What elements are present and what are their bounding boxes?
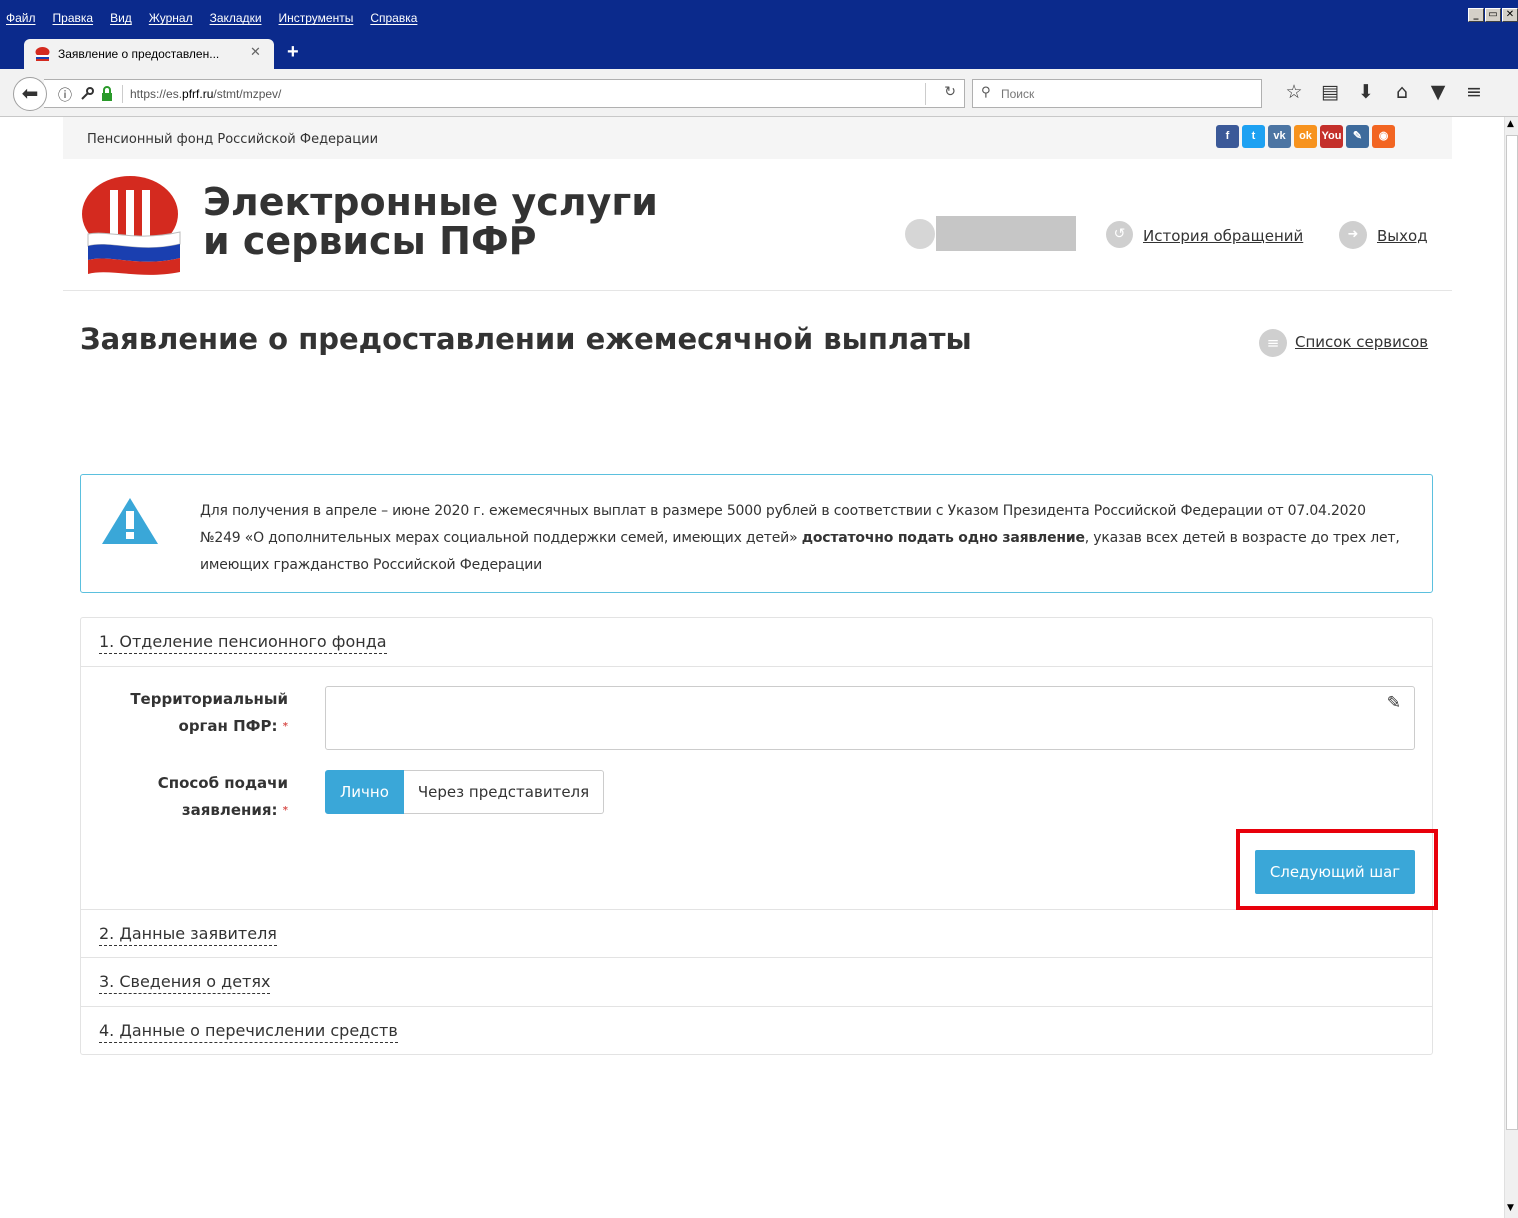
pencil-edit-icon[interactable]: ✎ (1387, 693, 1401, 713)
submission-method-label: Способ подачи заявления: * (121, 770, 288, 824)
reload-separator (925, 83, 926, 105)
url-path: /stmt/mzpev/ (213, 87, 282, 101)
tab-bar: Заявление о предоставлен... ✕ + (0, 36, 1518, 69)
home-icon[interactable]: ⌂ (1384, 81, 1420, 103)
header-divider (63, 290, 1452, 291)
key-icon (81, 87, 94, 100)
history-link[interactable]: История обращений (1143, 227, 1303, 245)
new-tab-button[interactable]: + (287, 41, 299, 64)
step-1-label[interactable]: 1. Отделение пенсионного фонда (99, 632, 387, 654)
step-3-label[interactable]: 3. Сведения о детях (99, 972, 271, 994)
brand-line2: и сервисы ПФР (203, 219, 537, 263)
territorial-organ-field[interactable]: ✎ (325, 686, 1415, 750)
org-strip: Пенсионный фонд Российской Федерации ftv… (63, 117, 1452, 159)
warning-icon (102, 498, 158, 544)
minimize-button[interactable]: _ (1468, 8, 1484, 22)
menu-edit[interactable]: Правка (53, 11, 94, 25)
pfr-favicon-icon (35, 47, 50, 61)
scrollbar-thumb[interactable] (1506, 135, 1518, 1130)
twitter-icon[interactable]: t (1242, 125, 1265, 148)
org-name: Пенсионный фонд Российской Федерации (87, 132, 379, 147)
info-icon[interactable]: ⓘ (58, 85, 72, 105)
bookmarks-list-icon[interactable]: ▤ (1312, 81, 1348, 103)
method-representative-button[interactable]: Через представителя (403, 770, 605, 814)
back-arrow-icon: ⬅ (21, 81, 39, 105)
pocket-icon[interactable]: ▼ (1420, 81, 1456, 103)
vk-icon[interactable]: vk (1268, 125, 1291, 148)
navigation-toolbar: ⓘ https://es.pfrf.ru/stmt/mzpev/ ↻ ⬅ ⚲ П… (0, 69, 1518, 117)
odnoklassniki-icon[interactable]: ok (1294, 125, 1317, 148)
url-domain: pfrf.ru (182, 87, 214, 101)
back-button[interactable]: ⬅ (13, 77, 47, 111)
rss-icon[interactable]: ◉ (1372, 125, 1395, 148)
step-header-2[interactable]: 2. Данные заявителя (81, 909, 1432, 958)
brand-title: Электронные услуги и сервисы ПФР (203, 183, 658, 261)
territorial-label-line2: орган ПФР: (178, 717, 278, 735)
exit-icon[interactable]: ➜ (1339, 221, 1367, 249)
hamburger-menu-icon[interactable]: ≡ (1456, 81, 1492, 103)
social-icons: f t vk ok You ✎ ◉ (1216, 125, 1395, 148)
method-in-person-button[interactable]: Лично (325, 770, 404, 814)
close-window-button[interactable]: ✕ (1502, 8, 1518, 22)
required-marker: * (282, 805, 288, 816)
download-icon[interactable]: ⬇ (1348, 81, 1384, 103)
pfr-logo-icon (82, 176, 181, 275)
step-4-label[interactable]: 4. Данные о перечислении средств (99, 1021, 398, 1043)
territorial-label: Территориальный орган ПФР: * (121, 686, 288, 740)
menu-help[interactable]: Справка (370, 11, 417, 25)
menu-tools[interactable]: Инструменты (279, 11, 354, 25)
notice-text: Для получения в апреле – июне 2020 г. еж… (200, 498, 1400, 579)
reload-icon[interactable]: ↻ (944, 84, 956, 100)
step-2-label[interactable]: 2. Данные заявителя (99, 924, 277, 946)
step-header-3[interactable]: 3. Сведения о детях (81, 958, 1432, 1007)
youtube-icon[interactable]: You (1320, 125, 1343, 148)
scroll-up-icon[interactable]: ▲ (1507, 119, 1514, 129)
step-header-1[interactable]: 1. Отделение пенсионного фонда (81, 618, 1432, 667)
annotation-highlight-box (1236, 829, 1438, 910)
menu-file[interactable]: Файл (6, 11, 36, 25)
menu-bookmarks[interactable]: Закладки (210, 11, 262, 25)
territorial-label-line1: Территориальный (130, 690, 288, 708)
search-icon: ⚲ (981, 85, 991, 100)
services-list-link[interactable]: Список сервисов (1295, 333, 1428, 351)
menu-history[interactable]: Журнал (149, 11, 193, 25)
application-wizard: 1. Отделение пенсионного фонда Территори… (80, 617, 1433, 1055)
livejournal-icon[interactable]: ✎ (1346, 125, 1369, 148)
address-bar[interactable]: ⓘ https://es.pfrf.ru/stmt/mzpev/ ↻ (44, 79, 965, 108)
menu-list: Файл Правка Вид Журнал Закладки Инструме… (6, 11, 434, 25)
method-label-line1: Способ подачи (157, 774, 288, 792)
search-input[interactable]: ⚲ Поиск (972, 79, 1262, 108)
brand-line1: Электронные услуги (203, 180, 658, 224)
bookmark-star-icon[interactable]: ☆ (1276, 81, 1312, 103)
window-controls: _ ▭ ✕ (1468, 8, 1518, 22)
tab-title: Заявление о предоставлен... (58, 47, 220, 61)
browser-menubar: Файл Правка Вид Журнал Закладки Инструме… (0, 0, 1518, 36)
url-separator (122, 85, 123, 103)
url-text[interactable]: https://es.pfrf.ru/stmt/mzpev/ (130, 87, 281, 101)
maximize-button[interactable]: ▭ (1485, 8, 1501, 22)
submission-method-toggle: Лично Через представителя (325, 770, 605, 814)
tab-close-icon[interactable]: ✕ (250, 45, 261, 60)
toolbar-icons: ☆ ▤ ⬇ ⌂ ▼ ≡ (1276, 81, 1492, 103)
method-label-line2: заявления: (181, 801, 278, 819)
info-notice: Для получения в апреле – июне 2020 г. еж… (80, 474, 1433, 593)
user-avatar (905, 219, 935, 249)
history-icon[interactable]: ↺ (1106, 221, 1133, 248)
facebook-icon[interactable]: f (1216, 125, 1239, 148)
vertical-scrollbar[interactable]: ▲ ▼ (1504, 117, 1518, 1218)
menu-view[interactable]: Вид (110, 11, 132, 25)
user-name-redacted[interactable] (936, 216, 1076, 251)
services-list-icon[interactable]: ≡ (1259, 329, 1287, 357)
required-marker: * (282, 721, 288, 732)
lock-icon (102, 86, 112, 101)
step-header-4[interactable]: 4. Данные о перечислении средств (81, 1007, 1432, 1056)
url-prefix: https://es. (130, 87, 183, 101)
browser-tab[interactable]: Заявление о предоставлен... ✕ (24, 39, 274, 69)
page-title: Заявление о предоставлении ежемесячной в… (80, 322, 972, 356)
search-placeholder: Поиск (1001, 87, 1035, 101)
exit-link[interactable]: Выход (1377, 227, 1428, 245)
notice-text-bold: достаточно подать одно заявление (801, 530, 1085, 546)
scroll-down-icon[interactable]: ▼ (1507, 1203, 1514, 1213)
